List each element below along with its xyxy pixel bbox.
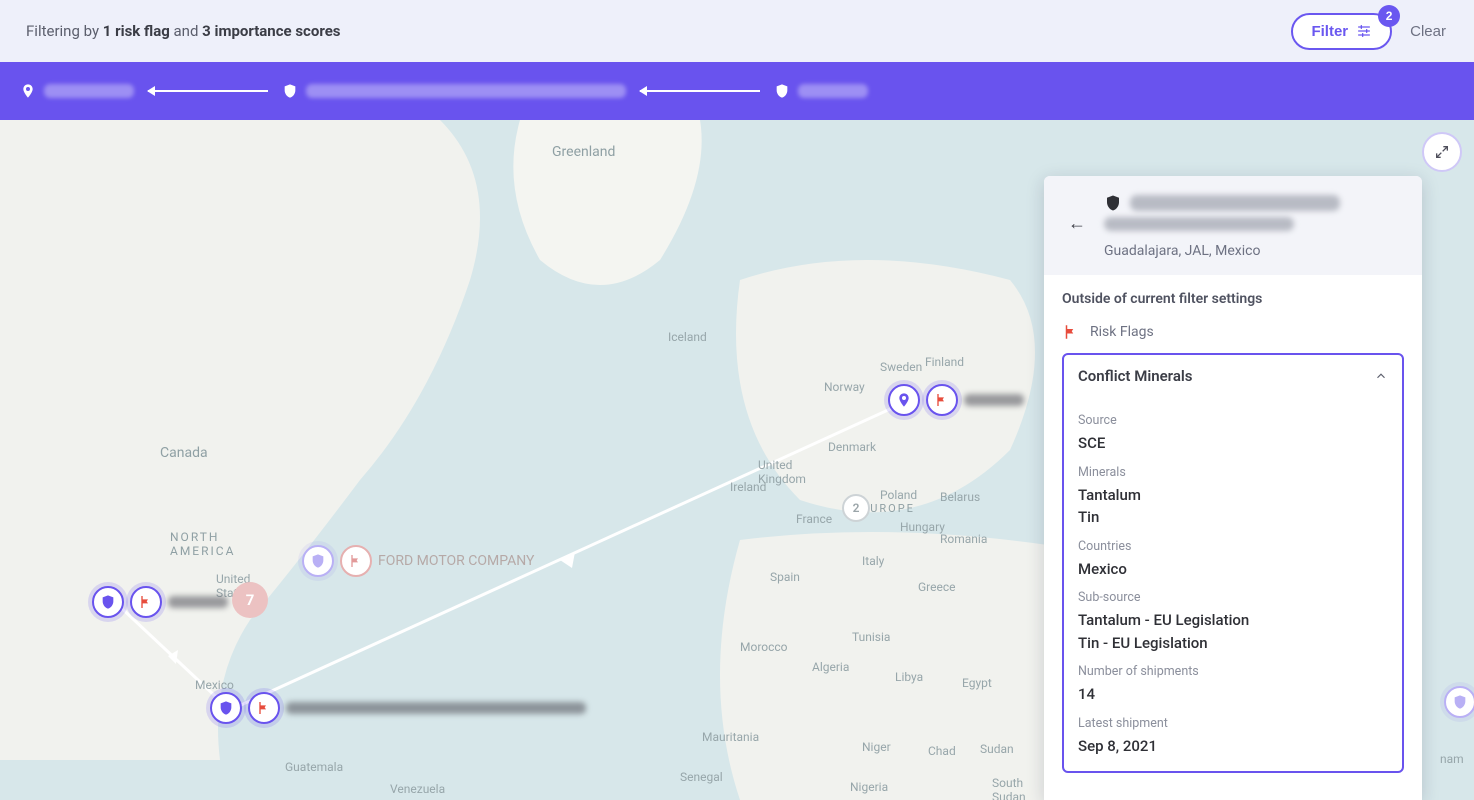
map-label: Poland: [880, 488, 917, 502]
field-label: Sub-source: [1078, 590, 1388, 605]
filter-count-badge: 2: [1378, 5, 1400, 27]
map-label: Venezuela: [390, 782, 445, 796]
field-value: Tantalum - EU Legislation: [1078, 609, 1388, 632]
panel-filter-note: Outside of current filter settings: [1062, 291, 1404, 307]
map-label: Ireland: [730, 480, 766, 494]
field-label: Number of shipments: [1078, 664, 1388, 679]
map-label: Egypt: [962, 676, 992, 690]
risk-flags-heading: Risk Flags: [1062, 323, 1404, 341]
map-cluster-badge[interactable]: 2: [842, 494, 870, 522]
map-label: Greenland: [552, 144, 615, 160]
field-label: Latest shipment: [1078, 716, 1388, 731]
detail-panel: ← Guadalajara, JAL, Mexico Outside of cu…: [1044, 176, 1422, 800]
map-label: Greece: [918, 580, 956, 594]
clear-button[interactable]: Clear: [1410, 23, 1446, 40]
field-label: Source: [1078, 413, 1388, 428]
map-label: Mauritania: [702, 730, 759, 744]
map-label: Iceland: [668, 330, 707, 344]
map-marker-mexico[interactable]: [210, 692, 586, 724]
map-label: Romania: [940, 532, 987, 546]
pin-icon: [20, 83, 36, 99]
field-label: Countries: [1078, 539, 1388, 554]
flag-icon: [1062, 323, 1080, 341]
map-label: Finland: [925, 355, 964, 369]
map-label: Senegal: [680, 770, 723, 784]
map-label: Niger: [862, 740, 891, 754]
field-value: SCE: [1078, 432, 1388, 455]
field-value: Tantalum: [1078, 484, 1388, 507]
shield-icon: [210, 692, 242, 724]
map-label: Spain: [770, 570, 800, 584]
map-area[interactable]: Greenland Iceland Norway Sweden Finland …: [0, 120, 1474, 800]
breadcrumb-node-1[interactable]: [20, 83, 134, 99]
map-label: Sudan: [980, 742, 1014, 756]
flag-icon: [130, 586, 162, 618]
map-marker-ford[interactable]: FORD MOTOR COMPANY: [302, 545, 534, 577]
pin-icon: [888, 384, 920, 416]
expand-map-button[interactable]: [1422, 132, 1462, 172]
field-value: Tin - EU Legislation: [1078, 632, 1388, 655]
map-label: Algeria: [812, 660, 849, 674]
shield-icon: [1104, 194, 1122, 212]
map-label: Denmark: [828, 440, 876, 454]
map-marker-edge[interactable]: [1444, 686, 1474, 718]
shield-icon: [774, 83, 790, 99]
breadcrumb-arrow: [148, 90, 268, 92]
back-button[interactable]: ←: [1062, 208, 1092, 238]
map-label: Mexico: [195, 678, 234, 692]
field-value: Mexico: [1078, 558, 1388, 581]
field-value: Sep 8, 2021: [1078, 735, 1388, 758]
shield-icon: [1444, 686, 1474, 718]
map-label: Norway: [824, 380, 865, 394]
flag-icon: [926, 384, 958, 416]
map-label: Hungary: [900, 520, 945, 534]
supply-chain-breadcrumb: [0, 62, 1474, 120]
map-label: Sweden: [880, 360, 922, 374]
risk-accordion: Conflict Minerals Source SCE Minerals Ta…: [1062, 353, 1404, 773]
map-count-badge[interactable]: 7: [232, 582, 268, 618]
sliders-icon: [1356, 23, 1372, 39]
flag-icon: [340, 545, 372, 577]
filter-summary: Filtering by 1 risk flag and 3 importanc…: [26, 22, 341, 40]
map-label: France: [796, 512, 832, 526]
field-value: Tin: [1078, 506, 1388, 529]
map-label: Canada: [160, 445, 208, 461]
panel-header: ← Guadalajara, JAL, Mexico: [1044, 176, 1422, 275]
map-marker-europe[interactable]: [888, 384, 1024, 416]
breadcrumb-node-2[interactable]: [282, 83, 626, 99]
marker-label: FORD MOTOR COMPANY: [378, 553, 534, 569]
map-label: Italy: [862, 554, 884, 568]
panel-body: Outside of current filter settings Risk …: [1044, 275, 1422, 791]
map-label: nam: [1440, 752, 1464, 766]
map-label: NORTH AMERICA: [170, 530, 235, 558]
accordion-toggle[interactable]: Conflict Minerals: [1064, 355, 1402, 397]
map-label: Tunisia: [852, 630, 890, 644]
panel-title-redacted: [1130, 195, 1340, 211]
map-label: Libya: [895, 670, 923, 684]
filter-bar: Filtering by 1 risk flag and 3 importanc…: [0, 0, 1474, 62]
map-marker-us[interactable]: [92, 586, 228, 618]
map-label: Belarus: [940, 490, 980, 504]
filter-button[interactable]: Filter 2: [1291, 13, 1392, 50]
map-label: Guatemala: [285, 760, 343, 774]
field-label: Minerals: [1078, 465, 1388, 480]
map-label: Morocco: [740, 640, 788, 654]
map-label: Chad: [928, 744, 956, 758]
chevron-up-icon: [1374, 369, 1388, 383]
breadcrumb-arrow: [640, 90, 760, 92]
expand-icon: [1434, 144, 1450, 160]
panel-location: Guadalajara, JAL, Mexico: [1104, 243, 1340, 259]
breadcrumb-node-3[interactable]: [774, 83, 868, 99]
map-label: South Sudan: [992, 776, 1026, 800]
flag-icon: [248, 692, 280, 724]
shield-icon: [282, 83, 298, 99]
field-value: 14: [1078, 683, 1388, 706]
shield-icon: [302, 545, 334, 577]
panel-subtitle-redacted: [1104, 217, 1294, 231]
filter-actions: Filter 2 Clear: [1291, 13, 1446, 50]
map-label: Nigeria: [850, 780, 888, 794]
shield-icon: [92, 586, 124, 618]
